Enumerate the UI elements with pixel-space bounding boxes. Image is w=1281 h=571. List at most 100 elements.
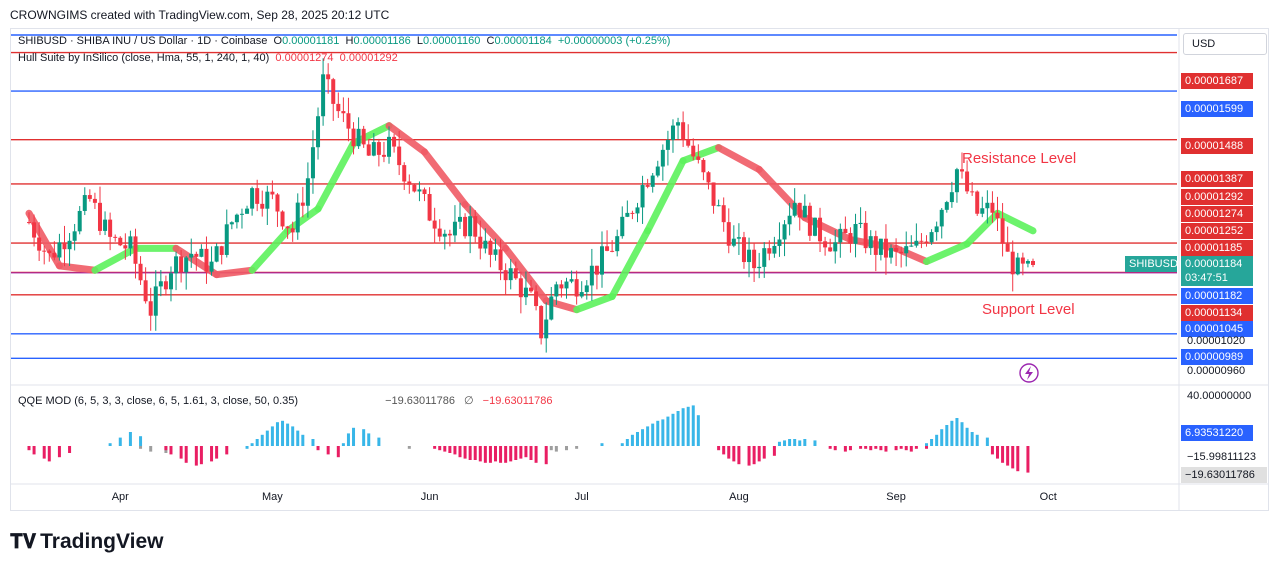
qqe-bar (341, 443, 345, 446)
qqe-bar (265, 430, 269, 446)
candle-body (295, 202, 300, 233)
candle-body (346, 113, 351, 129)
candle-body (229, 222, 234, 225)
candle-body (432, 220, 437, 229)
candle-body (148, 301, 153, 316)
candle-body (883, 238, 888, 258)
time-label-sep: Sep (886, 491, 906, 503)
candle-body (1020, 257, 1025, 264)
qqe-bar (433, 446, 437, 449)
qqe-bar (225, 446, 229, 455)
candle-body (447, 233, 452, 236)
qqe-bar (1011, 446, 1015, 469)
qqe-bar (828, 446, 832, 449)
qqe-value-2: −19.63011786 (482, 395, 553, 407)
qqe-bar (737, 446, 741, 465)
candle-body (635, 207, 640, 214)
candle-body (351, 128, 356, 147)
candle-body (736, 237, 741, 239)
candle-body (823, 241, 828, 248)
qqe-bar (717, 446, 721, 451)
qqe-bar (554, 446, 558, 452)
qqe-bar (286, 423, 290, 446)
candle-body (787, 215, 792, 225)
candle-body (250, 188, 255, 209)
candle-body (27, 222, 31, 224)
candle-body (797, 202, 802, 218)
candle-body (599, 246, 604, 275)
qqe-bar (950, 420, 954, 446)
candle-body (57, 242, 62, 258)
qqe-bar (696, 415, 700, 446)
candle-body (52, 252, 57, 258)
candle-body (802, 205, 807, 218)
candle-body (280, 211, 285, 227)
candle-body (625, 212, 630, 217)
qqe-bar (904, 446, 908, 451)
candle-body (1025, 260, 1030, 264)
candle-body (82, 195, 87, 211)
hull-legend[interactable]: Hull Suite by InSilico (close, Hma, 55, … (18, 52, 398, 64)
candle-body (954, 169, 959, 193)
qqe-bar (453, 446, 457, 455)
qqe-bar (473, 446, 477, 460)
qqe-bar (108, 443, 112, 446)
candle-body (985, 202, 990, 209)
qqe-bar (128, 432, 132, 446)
qqe-bar (483, 446, 487, 463)
qqe-bar (291, 426, 295, 446)
candle-body (630, 212, 635, 214)
qqe-bar (488, 446, 492, 463)
candle-body (336, 103, 341, 112)
currency-button[interactable]: USD (1183, 33, 1267, 55)
candle-body (163, 281, 168, 290)
candle-body (376, 142, 381, 155)
qqe-bar (352, 427, 356, 446)
support-level-label: Support Level (982, 301, 1075, 318)
candle-body (752, 249, 757, 269)
price-tag-0: 0.00001687 (1181, 73, 1253, 89)
candle-body (523, 287, 528, 298)
qqe-bar (798, 440, 802, 446)
candle-body (422, 189, 427, 195)
candle-body (731, 238, 736, 246)
candle-body (407, 181, 412, 185)
candle-body (234, 214, 239, 223)
qqe-bar (747, 446, 751, 466)
candle-body (321, 74, 326, 117)
candle-body (914, 240, 919, 246)
qqe-bar (752, 446, 756, 465)
qqe-legend[interactable]: QQE MOD (6, 5, 3, 3, close, 6, 5, 1.61, … (18, 394, 553, 407)
candle-body (650, 175, 655, 187)
qqe-bar (215, 446, 219, 459)
hull-value-1: 0.00001274 (275, 52, 334, 64)
qqe-bar (443, 446, 447, 452)
price-tag-11: 0.00000989 (1181, 349, 1253, 365)
qqe-bar (788, 439, 792, 446)
candle-body (493, 249, 498, 255)
candle-body (909, 245, 914, 247)
qqe-bar (311, 439, 315, 446)
candle-body (245, 208, 250, 214)
candle-body (970, 191, 975, 193)
high-value: 0.00001186 (353, 35, 411, 47)
candle-body (853, 224, 858, 244)
qqe-bar (960, 422, 964, 446)
candle-body (741, 237, 746, 263)
qqe-bar (620, 443, 624, 446)
qqe-bar (194, 446, 198, 466)
candle-body (965, 171, 970, 192)
qqe-bar (848, 446, 852, 451)
candle-body (564, 281, 569, 289)
price-chart[interactable]: Apr May Jun Jul Aug Sep Oct (0, 0, 1281, 571)
qqe-bar (1026, 446, 1030, 473)
qqe-bar (68, 446, 72, 453)
candle-body (402, 165, 407, 182)
candle-body (655, 166, 660, 176)
candle-body (660, 149, 665, 167)
candle-body (782, 224, 787, 240)
candle-body (113, 236, 118, 238)
qqe-bar (671, 413, 675, 446)
qqe-bar (975, 434, 979, 446)
price-tag-3: 0.00001387 (1181, 171, 1253, 187)
